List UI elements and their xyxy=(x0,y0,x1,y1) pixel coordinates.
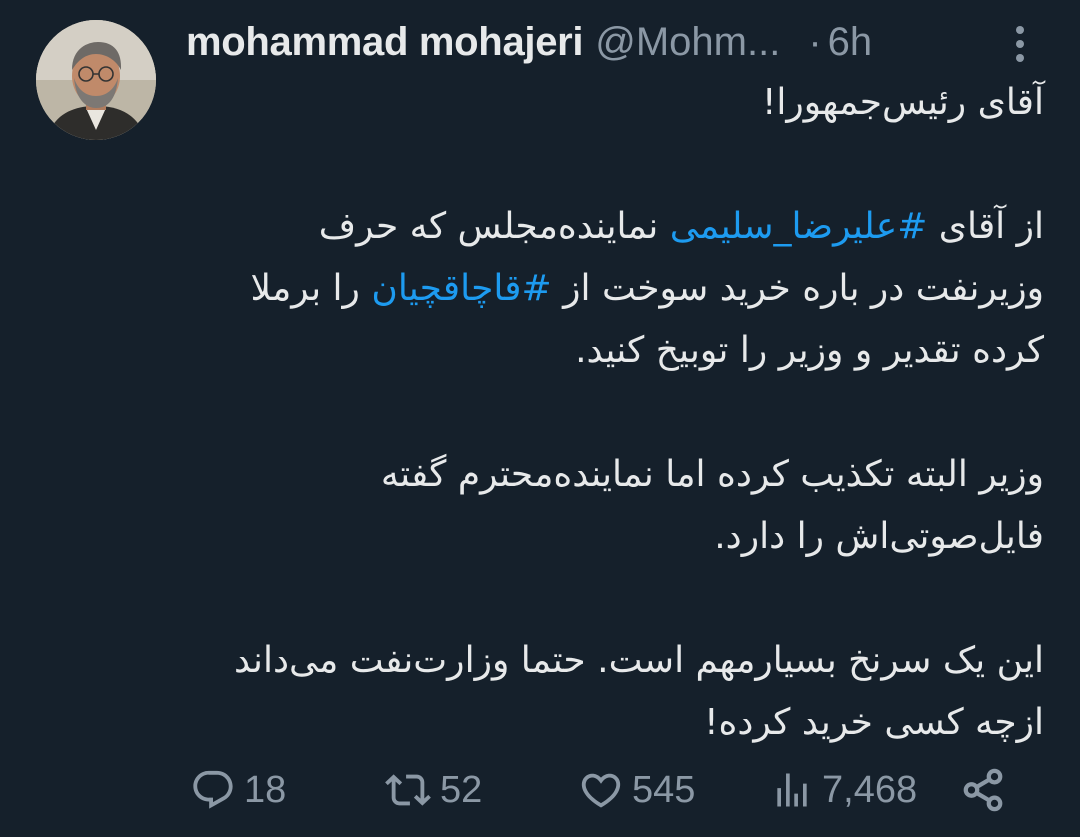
tweet-text-segment: از آقای xyxy=(927,206,1044,247)
tweet-paragraph-3: وزیر البته تکذیب کرده اما نماینده‌محترم … xyxy=(380,454,1044,557)
share-icon xyxy=(963,768,1003,812)
tweet-header: mohammad mohajeri @Mohm... · 6h xyxy=(186,16,1046,68)
timestamp[interactable]: 6h xyxy=(828,20,873,65)
tweet-paragraph-2: از آقای #علیرضا_سلیمی نماینده‌مجلس که حر… xyxy=(186,196,1044,382)
like-count: 545 xyxy=(632,768,696,811)
avatar-image xyxy=(36,20,156,140)
share-button[interactable] xyxy=(960,760,1006,820)
tweet-paragraph-1: آقای رئیس‌جمهورا! xyxy=(761,82,1044,123)
tweet-text: آقای رئیس‌جمهورا! از آقای #علیرضا_سلیمی … xyxy=(186,72,1044,754)
action-bar: 18 52 545 7,468 xyxy=(0,760,1080,820)
like-button[interactable]: 545 xyxy=(578,760,695,820)
retweet-button[interactable]: 52 xyxy=(384,760,482,820)
display-name[interactable]: mohammad mohajeri xyxy=(186,20,584,65)
tweet-card[interactable]: mohammad mohajeri @Mohm... · 6h آقای رئی… xyxy=(0,0,1080,837)
more-vertical-icon xyxy=(1016,26,1024,62)
views-count: 7,468 xyxy=(822,768,918,811)
more-options-button[interactable] xyxy=(1002,20,1038,68)
retweet-count: 52 xyxy=(440,768,483,811)
hashtag-link-alireza-soleimi[interactable]: #علیرضا_سلیمی xyxy=(670,206,928,247)
reply-button[interactable]: 18 xyxy=(190,760,286,820)
analytics-icon xyxy=(777,773,807,807)
heart-icon xyxy=(581,773,621,808)
reply-icon xyxy=(193,770,233,809)
hashtag-link-smugglers[interactable]: #قاچاقچیان xyxy=(371,268,551,309)
user-handle[interactable]: @Mohm... xyxy=(595,20,780,65)
reply-count: 18 xyxy=(244,768,287,811)
retweet-icon xyxy=(385,774,431,806)
separator-dot: · xyxy=(808,19,822,64)
views-button[interactable]: 7,468 xyxy=(770,760,917,820)
tweet-paragraph-4: این یک سرنخ بسیارمهم است. حتما وزارت‌نفت… xyxy=(234,640,1044,743)
avatar[interactable] xyxy=(36,20,156,140)
